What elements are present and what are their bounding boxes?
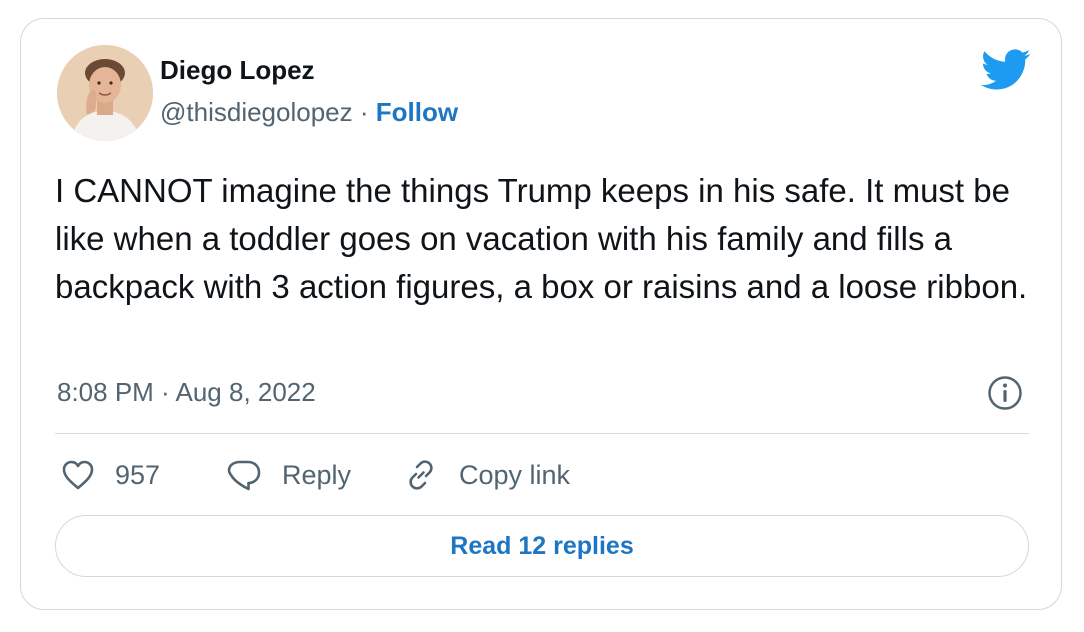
heart-icon — [62, 460, 94, 490]
avatar[interactable] — [57, 45, 153, 141]
divider — [55, 433, 1029, 434]
twitter-bird-icon[interactable] — [980, 49, 1031, 91]
reply-button[interactable]: Reply — [226, 453, 351, 497]
copy-link-label: Copy link — [459, 459, 571, 490]
reply-label: Reply — [282, 459, 352, 490]
like-count: 957 — [115, 459, 161, 490]
like-button[interactable]: 957 — [61, 453, 160, 497]
follow-link[interactable]: Follow — [376, 97, 458, 127]
handle-separator: · — [359, 97, 376, 127]
copy-link-button[interactable]: Copy link — [403, 453, 570, 497]
tweet-text: I CANNOT imagine the things Trump keeps … — [55, 172, 1028, 305]
author-handle-row: @thisdiegolopez · Follow — [160, 97, 458, 128]
info-icon[interactable] — [987, 375, 1023, 411]
tweet-timestamp[interactable]: 8:08 PM · Aug 8, 2022 — [57, 377, 316, 408]
tweet-card[interactable]: Diego Lopez @thisdiegolopez · Follow I C… — [20, 18, 1062, 610]
speech-bubble-icon — [227, 460, 261, 491]
read-replies-button[interactable]: Read 12 replies — [55, 515, 1029, 577]
author-name[interactable]: Diego Lopez — [160, 55, 315, 86]
author-handle[interactable]: @thisdiegolopez — [160, 97, 353, 127]
link-icon — [409, 460, 433, 490]
